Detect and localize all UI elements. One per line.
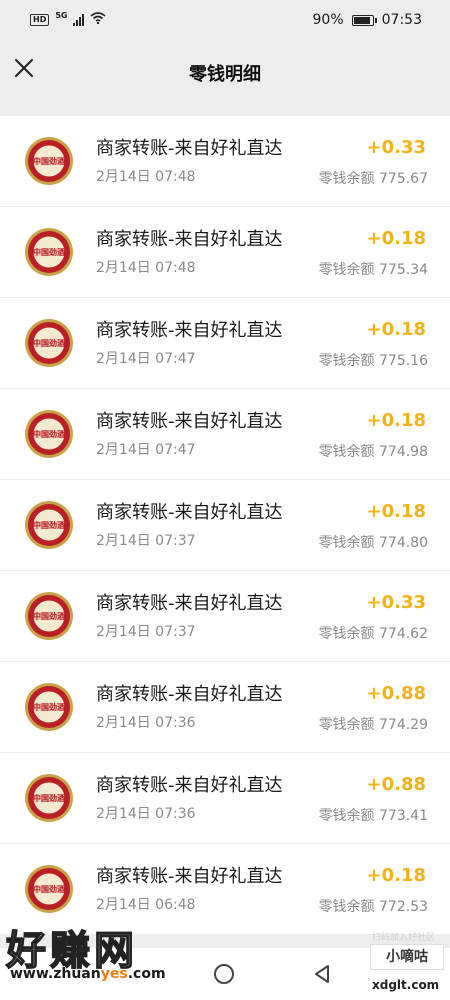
status-bar: HD 5G 90% 07:53 xyxy=(0,0,450,44)
transaction-title: 商家转账-来自好礼直达 xyxy=(96,229,283,250)
transaction-title: 商家转账-来自好礼直达 xyxy=(96,138,283,159)
svg-text:中国劲酒: 中国劲酒 xyxy=(33,338,65,348)
small-watermark: 扫码加入好社区 xyxy=(372,933,436,943)
merchant-logo-icon: 中国劲酒 xyxy=(25,592,73,640)
transaction-balance: 零钱余额 774.80 xyxy=(318,535,428,551)
circle-home-icon[interactable] xyxy=(214,964,234,984)
transaction-row[interactable]: 中国劲酒 商家转账-来自好礼直达 2月14日 07:48 +0.18 零钱余额 … xyxy=(0,207,450,298)
transaction-balance: 零钱余额 774.29 xyxy=(318,717,428,733)
transaction-amount: +0.33 xyxy=(366,137,427,158)
transaction-amount: +0.18 xyxy=(366,228,427,249)
transaction-balance: 零钱余额 774.62 xyxy=(318,626,428,642)
side-watermark-brand: 小嘀咕 xyxy=(370,944,444,970)
merchant-logo-icon: 中国劲酒 xyxy=(25,865,73,913)
battery-icon xyxy=(351,14,377,26)
page-title: 零钱明细 xyxy=(189,64,261,85)
merchant-logo-icon: 中国劲酒 xyxy=(25,319,73,367)
transaction-time: 2月14日 07:37 xyxy=(96,624,196,640)
transaction-row[interactable]: 中国劲酒 商家转账-来自好礼直达 2月14日 07:36 +0.88 零钱余额 … xyxy=(0,662,450,753)
transaction-balance: 零钱余额 775.16 xyxy=(318,353,428,369)
watermark-url-suffix: .com xyxy=(127,966,166,982)
transaction-title: 商家转账-来自好礼直达 xyxy=(96,502,283,523)
transaction-balance: 零钱余额 774.98 xyxy=(318,444,428,460)
transaction-row[interactable]: 中国劲酒 商家转账-来自好礼直达 2月14日 07:37 +0.33 零钱余额 … xyxy=(0,571,450,662)
svg-text:中国劲酒: 中国劲酒 xyxy=(33,702,65,712)
transaction-time: 2月14日 07:36 xyxy=(96,806,196,822)
transaction-amount: +0.18 xyxy=(366,319,427,340)
transaction-amount: +0.88 xyxy=(366,683,427,704)
transaction-time: 2月14日 06:48 xyxy=(96,897,196,913)
transaction-row[interactable]: 中国劲酒 商家转账-来自好礼直达 2月14日 07:37 +0.18 零钱余额 … xyxy=(0,480,450,571)
transaction-title: 商家转账-来自好礼直达 xyxy=(96,775,283,796)
svg-text:中国劲酒: 中国劲酒 xyxy=(33,156,65,166)
merchant-logo-icon: 中国劲酒 xyxy=(25,228,73,276)
transaction-title: 商家转账-来自好礼直达 xyxy=(96,411,283,432)
merchant-logo-icon: 中国劲酒 xyxy=(25,774,73,822)
transaction-amount: +0.33 xyxy=(366,592,427,613)
status-left: HD 5G xyxy=(30,10,107,28)
clock: 07:53 xyxy=(381,12,422,28)
svg-text:中国劲酒: 中国劲酒 xyxy=(33,793,65,803)
transaction-amount: +0.18 xyxy=(366,865,427,886)
svg-text:中国劲酒: 中国劲酒 xyxy=(33,429,65,439)
transaction-time: 2月14日 07:37 xyxy=(96,533,196,549)
transaction-row[interactable]: 中国劲酒 商家转账-来自好礼直达 2月14日 07:48 +0.33 零钱余额 … xyxy=(0,116,450,207)
transaction-balance: 零钱余额 775.34 xyxy=(318,262,428,278)
transaction-time: 2月14日 07:47 xyxy=(96,442,196,458)
battery-percent: 90% xyxy=(312,12,344,28)
merchant-logo-icon: 中国劲酒 xyxy=(25,501,73,549)
svg-text:中国劲酒: 中国劲酒 xyxy=(33,611,65,621)
transaction-amount: +0.88 xyxy=(366,774,427,795)
watermark-url-prefix: www.zhuan xyxy=(10,966,101,982)
transaction-time: 2月14日 07:47 xyxy=(96,351,196,367)
transaction-balance: 零钱余额 775.67 xyxy=(318,171,428,187)
transaction-balance: 零钱余额 772.53 xyxy=(318,899,428,915)
side-watermark-url: xdglt.com xyxy=(372,978,440,992)
network-type: 5G xyxy=(55,10,68,20)
transaction-title: 商家转账-来自好礼直达 xyxy=(96,866,283,887)
transaction-time: 2月14日 07:48 xyxy=(96,169,196,185)
transaction-title: 商家转账-来自好礼直达 xyxy=(96,320,283,341)
watermark-url: www.zhuanyes.com xyxy=(10,966,166,982)
transaction-list: 中国劲酒 商家转账-来自好礼直达 2月14日 07:48 +0.33 零钱余额 … xyxy=(0,116,450,935)
transaction-amount: +0.18 xyxy=(366,501,427,522)
status-right: 90% 07:53 xyxy=(313,12,422,28)
hd-badge: HD xyxy=(30,14,50,26)
battery-fill xyxy=(353,16,370,24)
transaction-title: 商家转账-来自好礼直达 xyxy=(96,593,283,614)
transaction-title: 商家转账-来自好礼直达 xyxy=(96,684,283,705)
svg-text:中国劲酒: 中国劲酒 xyxy=(33,520,65,530)
transaction-row[interactable]: 中国劲酒 商家转账-来自好礼直达 2月14日 07:36 +0.88 零钱余额 … xyxy=(0,753,450,844)
merchant-logo-icon: 中国劲酒 xyxy=(25,410,73,458)
svg-text:中国劲酒: 中国劲酒 xyxy=(33,884,65,894)
watermark-url-highlight: yes xyxy=(100,966,128,982)
merchant-logo-icon: 中国劲酒 xyxy=(25,137,73,185)
transaction-time: 2月14日 07:36 xyxy=(96,715,196,731)
signal-icon xyxy=(73,14,85,26)
watermark-logo: 好赚网 www.zhuanyes.com xyxy=(4,918,194,988)
transaction-row[interactable]: 中国劲酒 商家转账-来自好礼直达 2月14日 07:47 +0.18 零钱余额 … xyxy=(0,298,450,389)
svg-text:中国劲酒: 中国劲酒 xyxy=(33,247,65,257)
back-triangle-icon[interactable] xyxy=(310,962,334,986)
transaction-time: 2月14日 07:48 xyxy=(96,260,196,276)
nav-bar: 零钱明细 xyxy=(0,44,450,100)
transaction-balance: 零钱余额 773.41 xyxy=(318,808,428,824)
transaction-amount: +0.18 xyxy=(366,410,427,431)
wifi-icon xyxy=(90,12,107,28)
merchant-logo-icon: 中国劲酒 xyxy=(25,683,73,731)
transaction-row[interactable]: 中国劲酒 商家转账-来自好礼直达 2月14日 07:47 +0.18 零钱余额 … xyxy=(0,389,450,480)
